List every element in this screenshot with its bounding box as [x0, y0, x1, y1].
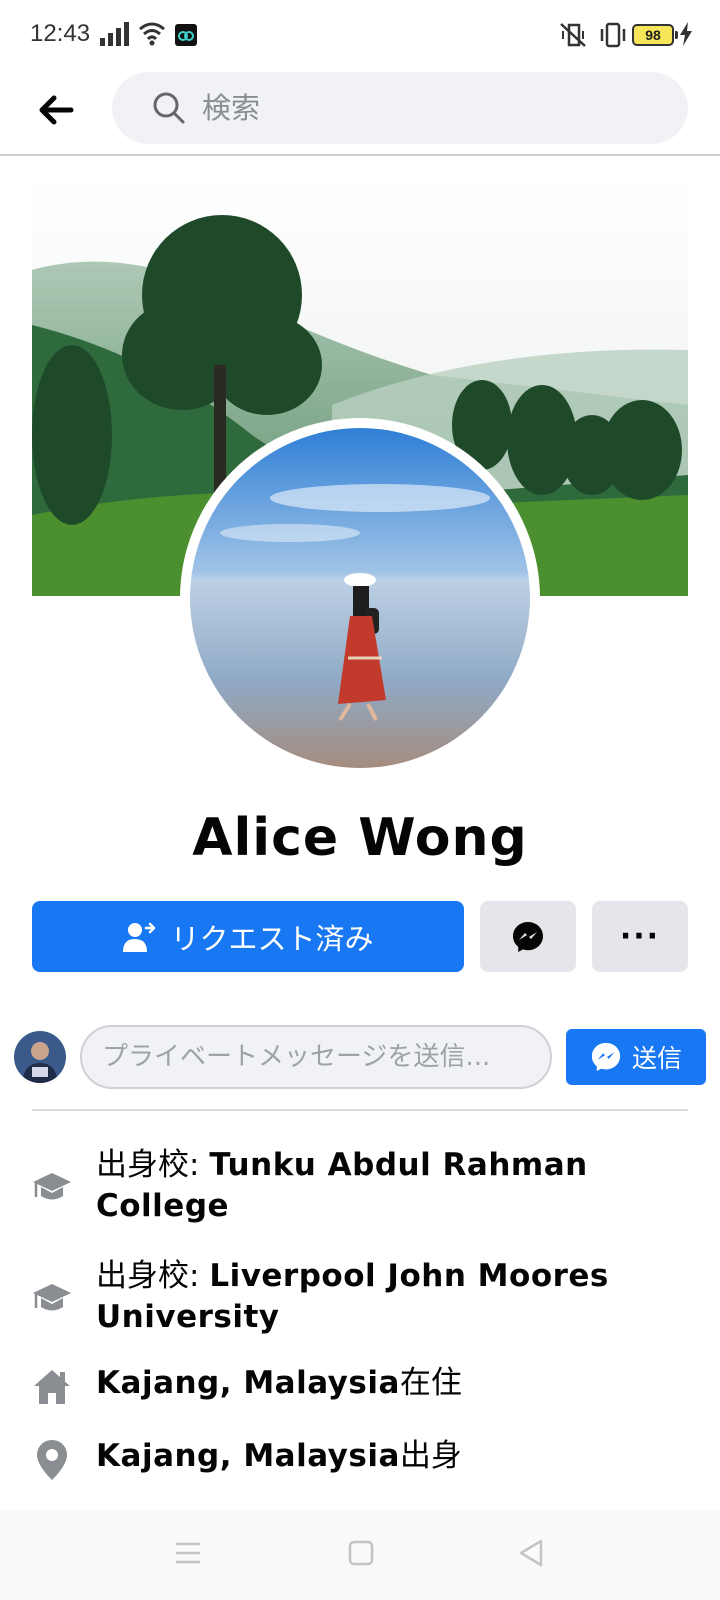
messenger-icon [513, 921, 543, 952]
friend-request-sent-button[interactable]: リクエスト済み [32, 901, 464, 972]
vibrate-off-icon [560, 23, 586, 47]
graduation-cap-icon [32, 1278, 72, 1318]
home-icon [32, 1367, 72, 1407]
my-avatar [14, 1031, 66, 1083]
system-nav-bar [0, 1510, 720, 1600]
map-pin-icon [32, 1440, 72, 1480]
back-triangle-icon[interactable] [518, 1538, 544, 1568]
vibrate-icon [600, 22, 626, 48]
profile-photo[interactable] [190, 428, 530, 768]
lives-in-suffix: 在住 [399, 1365, 462, 1401]
graduation-cap-icon [32, 1167, 72, 1207]
education-prefix: 出身校: [96, 1258, 210, 1294]
status-bar: 12:43 98 [0, 0, 720, 70]
messenger-button[interactable] [480, 901, 576, 972]
more-options-button[interactable]: ··· [592, 901, 688, 972]
private-message-input[interactable] [80, 1025, 552, 1089]
battery-icon: 98 [632, 24, 678, 46]
current-city-link[interactable]: Kajang, Malaysia [96, 1365, 400, 1401]
app-notification-icon [175, 24, 197, 46]
search-icon [152, 91, 186, 125]
arrow-left-icon [39, 95, 74, 125]
send-label: 送信 [631, 1044, 682, 1073]
menu-icon[interactable] [174, 1540, 202, 1566]
top-bar [0, 70, 720, 156]
messenger-icon [590, 1041, 622, 1073]
signal-icon [100, 22, 129, 46]
hometown-suffix: 出身 [399, 1438, 462, 1474]
search-input[interactable] [202, 91, 642, 125]
send-message-button[interactable]: 送信 [566, 1029, 706, 1085]
charging-icon [680, 22, 692, 46]
search-bar[interactable] [112, 72, 688, 144]
divider [32, 1109, 688, 1111]
request-label: リクエスト済み [170, 921, 374, 956]
profile-name: Alice Wong [192, 808, 528, 868]
person-arrow-icon [122, 921, 156, 953]
wifi-icon [139, 22, 165, 46]
hometown-link[interactable]: Kajang, Malaysia [96, 1438, 400, 1474]
back-button[interactable] [30, 84, 82, 136]
status-time: 12:43 [30, 20, 91, 47]
home-square-icon[interactable] [348, 1540, 374, 1566]
education-prefix: 出身校: [96, 1147, 210, 1183]
